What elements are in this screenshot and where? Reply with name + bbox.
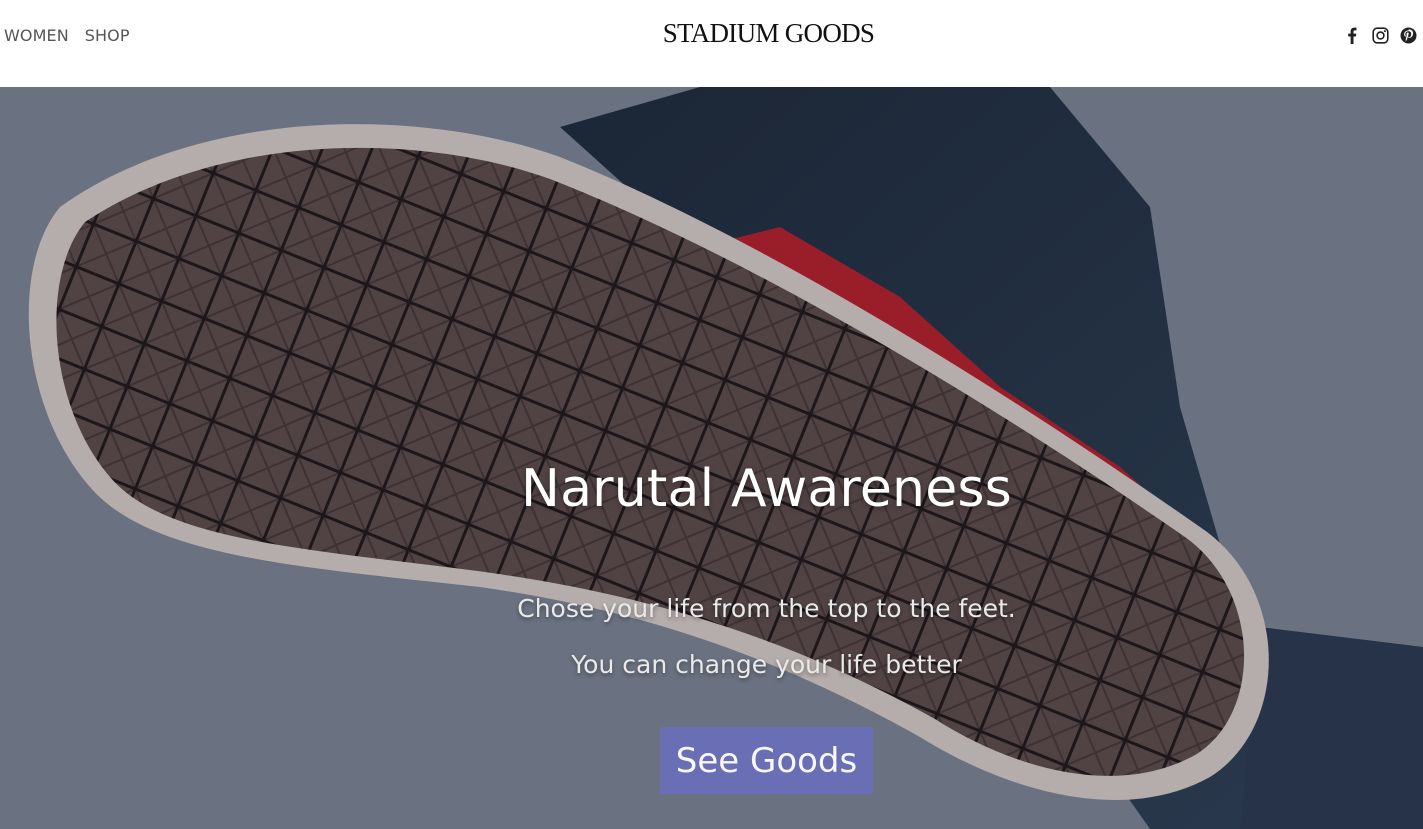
instagram-icon[interactable] xyxy=(1371,26,1389,44)
hero-title: Narutal Awareness xyxy=(521,459,1012,519)
hero-subtitle-line2: You can change your life better xyxy=(571,650,962,679)
facebook-icon[interactable] xyxy=(1343,26,1361,44)
pinterest-icon[interactable] xyxy=(1399,26,1417,44)
brand-logo[interactable]: STADIUM GOODS xyxy=(0,18,1423,49)
see-goods-button[interactable]: See Goods xyxy=(660,727,873,794)
hero-banner: Narutal Awareness Chose your life from t… xyxy=(0,87,1423,829)
hero-subtitle-line1: Chose your life from the top to the feet… xyxy=(517,594,1016,623)
site-header: WOMEN SHOP STADIUM GOODS xyxy=(0,0,1423,87)
hero-overlay xyxy=(0,87,1423,829)
social-links xyxy=(1343,26,1417,44)
